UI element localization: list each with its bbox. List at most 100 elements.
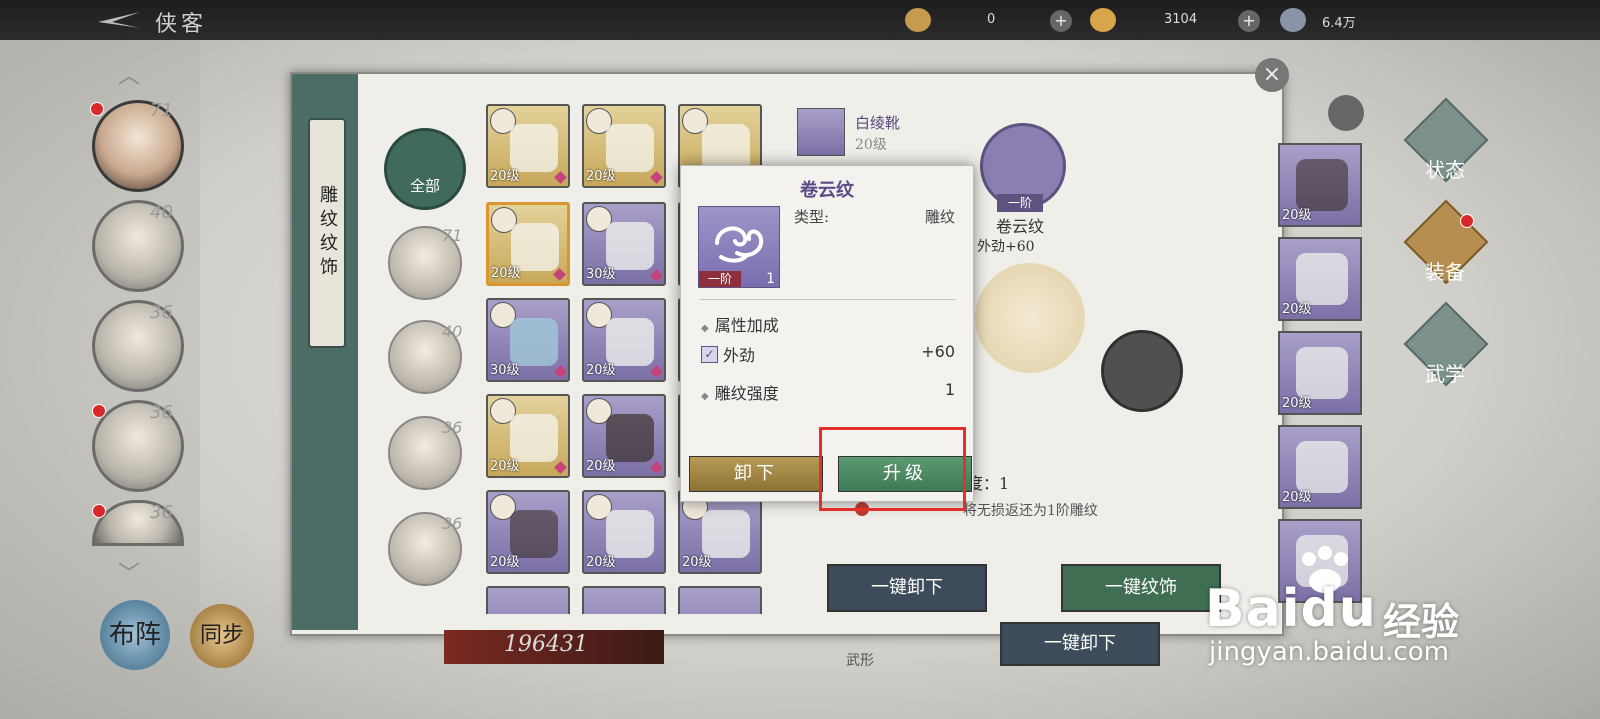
equipment-slot[interactable]: 30级 [486, 298, 570, 382]
equipment-slot[interactable]: 20级 [582, 104, 666, 188]
scroll-down-chevron-icon[interactable]: ﹀ [118, 556, 140, 588]
equipment-slot[interactable]: 20级 [582, 490, 666, 574]
bullet-icon: ◆ [701, 391, 709, 402]
hero-level-3: 36 [150, 302, 173, 323]
slot-level: 20级 [1282, 208, 1312, 223]
slot-level: 20级 [490, 555, 520, 570]
slot-level: 20级 [586, 363, 616, 378]
formation-button[interactable]: 布阵 [100, 600, 170, 670]
item-count: 1 [766, 271, 775, 287]
carve-gem-icon [650, 269, 663, 282]
attr-name: 外劲 [723, 346, 756, 365]
nav-martial-label: 武学 [1425, 362, 1465, 386]
equipment-slot[interactable]: 20级 [486, 490, 570, 574]
carve-tier-badge: 一阶 [997, 194, 1043, 212]
slot-level: 20级 [586, 555, 616, 570]
power-score-value: 196431 [504, 632, 588, 657]
equipped-slot[interactable]: 20级 [1278, 425, 1362, 509]
boots-icon [797, 108, 845, 156]
bottom-label: 武形 [846, 653, 874, 669]
attribute-check-icon: ✓ [701, 346, 718, 363]
item-name: 白绫靴 [855, 114, 901, 132]
attr-value: +60 [921, 342, 955, 361]
slot-level: 30级 [586, 267, 616, 282]
upgrade-highlight-box [819, 427, 966, 511]
unload-button[interactable]: 卸下 [689, 456, 823, 492]
list-menu-icon[interactable] [1328, 95, 1364, 131]
resource-leaf-value: 0 [987, 12, 996, 27]
tab-carving[interactable]: 雕纹纹饰 [308, 118, 346, 348]
slot-level: 20级 [586, 459, 616, 474]
forge-anvil-icon[interactable] [1101, 330, 1183, 412]
equipped-slot[interactable]: 20级 [1278, 237, 1362, 321]
equipment-slot[interactable] [678, 586, 762, 614]
watermark-brand: Baidu [1205, 579, 1377, 639]
carve-gem-icon [650, 461, 663, 474]
sync-button[interactable]: 同步 [190, 604, 254, 668]
gold-ingot-icon [1090, 8, 1116, 32]
top-bar: 侠客 0 + 3104 + 6.4万 [0, 0, 1600, 40]
slot-level: 30级 [490, 363, 520, 378]
filter-all-button[interactable]: 全部 [384, 128, 466, 210]
resource-leaf: 0 [905, 8, 995, 32]
equipment-slot[interactable]: 20级 [582, 298, 666, 382]
baidu-watermark: Baidu 经验 jingyan.baidu.com [1205, 545, 1505, 675]
slot-level: 20级 [1282, 490, 1312, 505]
unload-all-button[interactable]: 一键卸下 [827, 564, 987, 612]
carve-gem-icon [553, 268, 566, 281]
equipment-slot[interactable]: 20级 [678, 490, 762, 574]
scroll-up-chevron-icon[interactable]: ︿ [118, 58, 140, 90]
notification-dot [92, 404, 106, 418]
carve-gem-icon [650, 171, 663, 184]
close-button[interactable]: × [1255, 58, 1289, 92]
carve-gem-icon [554, 461, 567, 474]
equipped-slot[interactable]: 20级 [1278, 331, 1362, 415]
filter-hero-level-3: 36 [442, 418, 463, 437]
watermark-url: jingyan.baidu.com [1209, 637, 1449, 667]
formation-label: 布阵 [108, 620, 161, 650]
power-score: 196431 [444, 630, 664, 664]
equipment-slot[interactable]: 20级 [486, 394, 570, 478]
cloud-swirl-icon [715, 226, 764, 263]
equipment-slot-selected[interactable]: 20级 [486, 202, 570, 286]
add-leaf-button[interactable]: + [1050, 10, 1072, 32]
slot-level: 20级 [490, 459, 520, 474]
bullet-icon: ◆ [701, 323, 709, 334]
attr-section-label: 属性加成 [714, 316, 779, 335]
strength-value: 1 [944, 380, 955, 399]
equipment-slot[interactable] [582, 586, 666, 614]
carve-attribute: 外劲+60 [977, 239, 1035, 255]
boots-preview-icon [975, 263, 1085, 373]
coin-icon [1280, 8, 1306, 32]
strength-row: ◆ 雕纹强度 [701, 380, 779, 404]
return-note: 将无损返还为1阶雕纹 [963, 503, 1098, 519]
nav-status-label: 状态 [1425, 158, 1465, 182]
right-nav: 状态 装备 武学 [1400, 90, 1490, 510]
resource-coin-value: 6.4万 [1322, 16, 1356, 31]
hero-level-2: 40 [150, 202, 173, 223]
equipment-slot[interactable]: 30级 [582, 202, 666, 286]
resource-coin: 6.4万 [1280, 8, 1400, 32]
resource-ingot: 3104 [1090, 8, 1210, 32]
carve-gem-icon [650, 365, 663, 378]
unload-all-bottom-button[interactable]: 一键卸下 [1000, 622, 1160, 666]
popup-title: 卷云纹 [800, 180, 854, 201]
slot-level: 20级 [1282, 396, 1312, 411]
carve-all-button[interactable]: 一键纹饰 [1061, 564, 1221, 612]
equipped-slot[interactable]: 20级 [1278, 143, 1362, 227]
carve-item-tile: 一阶 1 [698, 206, 780, 288]
equipment-slot[interactable]: 20级 [582, 394, 666, 478]
slot-level: 20级 [491, 266, 521, 281]
equipment-slot[interactable]: 20级 [486, 104, 570, 188]
type-label: 类型: [794, 208, 830, 226]
slot-level: 20级 [1282, 302, 1312, 317]
hero-level-4: 36 [150, 402, 173, 423]
carve-name: 卷云纹 [995, 217, 1044, 236]
hero-level-1: 71 [150, 100, 173, 121]
carve-gem-icon [554, 365, 567, 378]
back-arrow-icon[interactable] [92, 10, 142, 30]
equipment-slot[interactable] [486, 586, 570, 614]
type-value: 雕纹 [924, 208, 955, 226]
tier-badge: 一阶 [699, 271, 741, 287]
add-ingot-button[interactable]: + [1238, 10, 1260, 32]
